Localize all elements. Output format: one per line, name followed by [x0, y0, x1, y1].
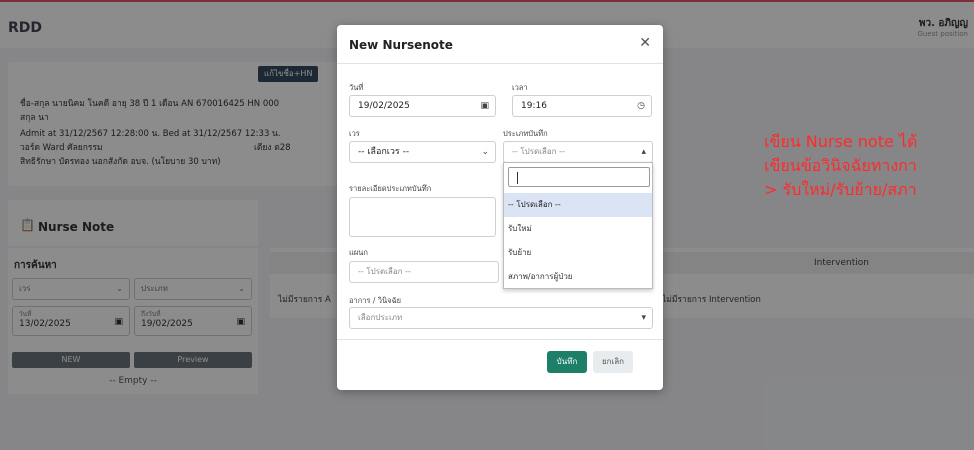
- shift-label: เวร: [349, 129, 360, 138]
- chevron-down-icon: ⌄: [481, 147, 489, 157]
- caret-down-icon: ▾: [641, 313, 646, 323]
- symptom-select[interactable]: เลือกประเภท ▾: [349, 307, 653, 329]
- department-select[interactable]: -- โปรดเลือก --: [349, 261, 499, 283]
- detail-label: รายละเอียดประเภทบันทึก: [349, 184, 432, 193]
- dropdown-option[interactable]: สภาพ/อาการผู้ป่วย: [504, 265, 652, 289]
- shift-select[interactable]: -- เลือกเวร -- ⌄: [349, 141, 496, 163]
- cancel-button[interactable]: ยกเลิก: [593, 351, 633, 373]
- annotation-line-3: > รับใหม่/รับย้าย/สภา: [764, 180, 917, 199]
- close-icon[interactable]: ✕: [639, 35, 651, 51]
- dropdown-option[interactable]: -- โปรดเลือก --: [504, 193, 652, 217]
- date-input[interactable]: 19/02/2025 ▣: [349, 95, 496, 117]
- modal-title: New Nursenote: [349, 38, 453, 52]
- note-type-dropdown: -- โปรดเลือก -- รับใหม่ รับย้าย สภาพ/อาก…: [503, 162, 653, 289]
- note-type-select[interactable]: -- โปรดเลือก -- ▴: [503, 141, 653, 163]
- detail-textarea[interactable]: [349, 197, 496, 237]
- annotation-line-2: เขียนข้อวินิจฉัยทางกา: [764, 156, 917, 175]
- divider: [337, 339, 663, 340]
- time-label: เวลา: [512, 83, 528, 92]
- dropdown-option[interactable]: รับใหม่: [504, 217, 652, 241]
- note-type-label: ประเภทบันทึก: [503, 129, 548, 138]
- date-label: วันที่: [349, 83, 364, 92]
- annotation-line-1: เขียน Nurse note ได้: [764, 132, 918, 151]
- calendar-icon: ▣: [480, 101, 489, 111]
- time-input[interactable]: 19:16 ◷: [512, 95, 652, 117]
- divider: [337, 63, 663, 64]
- dropdown-search-input[interactable]: [508, 167, 650, 187]
- text-cursor: [517, 172, 518, 184]
- symptom-label: อาการ / วินิจฉัย: [349, 296, 402, 305]
- caret-up-icon: ▴: [641, 147, 646, 157]
- clock-icon: ◷: [637, 101, 645, 111]
- save-button[interactable]: บันทึก: [547, 351, 587, 373]
- department-label: แผนก: [349, 248, 368, 257]
- dropdown-option[interactable]: รับย้าย: [504, 241, 652, 265]
